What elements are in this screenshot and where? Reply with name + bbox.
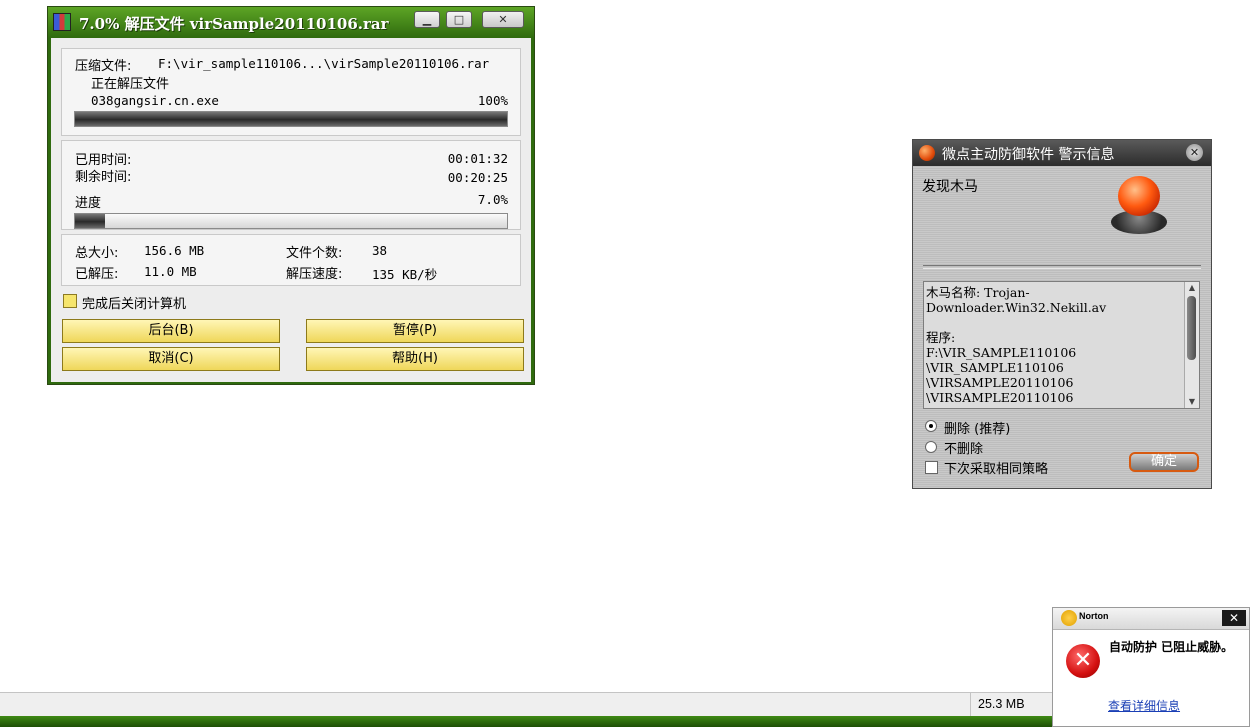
shutdown-checkbox[interactable]: [63, 294, 77, 308]
current-file-name: 038gangsir.cn.exe: [91, 93, 219, 108]
extract-status: 正在解压文件: [91, 77, 170, 92]
extracted-value: 11.0 MB: [144, 264, 197, 279]
threat-detail-line: \VIRSAMPLE20110106: [926, 390, 1074, 405]
winrar-window-title: 7.0% 解压文件 virSample20110106.rar: [79, 15, 389, 33]
statusbar-size: 25.3 MB: [978, 697, 1025, 711]
speed-label: 解压速度:: [286, 267, 343, 282]
threat-detail-line: Downloader.Win32.Nekill.av: [926, 300, 1107, 315]
scroll-up-icon[interactable]: ▲: [1185, 282, 1199, 294]
progress-percent: 7.0%: [477, 192, 508, 207]
winrar-app-icon: [53, 13, 71, 31]
total-size-label: 总大小:: [75, 246, 119, 261]
total-size-value: 156.6 MB: [144, 243, 205, 258]
close-icon[interactable]: ✕: [482, 11, 524, 28]
delete-option-label: 删除 (推荐): [944, 422, 1011, 437]
keep-option-label: 不删除: [944, 442, 984, 457]
threat-detail-line: [926, 315, 1106, 330]
stats-group: 总大小: 156.6 MB 文件个数: 38 已解压: 11.0 MB 解压速度…: [61, 234, 521, 286]
alarm-light-icon: [1111, 176, 1167, 236]
file-progress-fill: [75, 112, 507, 126]
threat-detail-line: 木马名称: Trojan-: [926, 285, 1030, 300]
winrar-body: 压缩文件: F:\vir_sample110106...\virSample20…: [51, 38, 531, 382]
av-divider: [923, 265, 1201, 269]
time-progress-group: 已用时间: 00:01:32 剩余时间: 00:20:25 进度 7.0%: [61, 140, 521, 230]
maximize-icon[interactable]: □: [446, 11, 472, 28]
delete-radio[interactable]: [925, 420, 937, 432]
threat-detail-line: \VIR_SAMPLE110106: [926, 360, 1064, 375]
cancel-button[interactable]: 取消(C): [62, 347, 280, 371]
current-file-group: 压缩文件: F:\vir_sample110106...\virSample20…: [61, 48, 521, 136]
help-button[interactable]: 帮助(H): [306, 347, 524, 371]
remaining-label: 剩余时间:: [75, 170, 132, 185]
remember-label: 下次采取相同策略: [944, 462, 1049, 477]
scroll-thumb[interactable]: [1187, 296, 1196, 360]
ok-button[interactable]: 确定: [1129, 452, 1199, 472]
close-icon[interactable]: ✕: [1222, 610, 1246, 626]
scroll-down-icon[interactable]: ▼: [1185, 396, 1199, 408]
av-window-title: 微点主动防御软件 警示信息: [942, 147, 1115, 163]
threat-detail-line: 程序:: [926, 330, 956, 345]
pause-button[interactable]: 暂停(P): [306, 319, 524, 343]
view-details-link[interactable]: 查看详细信息: [1108, 697, 1180, 714]
file-progress-bar: [74, 111, 508, 127]
minimize-icon[interactable]: ▁: [414, 11, 440, 28]
threat-details-box[interactable]: 木马名称: Trojan- Downloader.Win32.Nekill.av …: [923, 281, 1200, 409]
remaining-value: 00:20:25: [447, 170, 508, 185]
norton-brand: Norton: [1079, 611, 1109, 621]
file-count-label: 文件个数:: [286, 246, 343, 261]
explorer-statusbar: 25.3 MB: [0, 692, 1052, 717]
threat-detail-line: \VIRSAMPLE20110106: [926, 375, 1074, 390]
file-count-value: 38: [372, 243, 388, 258]
total-progress-bar: [74, 213, 508, 229]
norton-message: 自动防护 已阻止威胁。: [1109, 640, 1234, 654]
winrar-titlebar[interactable]: 7.0% 解压文件 virSample20110106.rar ▁ □ ✕: [48, 7, 534, 38]
threat-detail-line: F:\VIR_SAMPLE110106: [926, 345, 1077, 360]
norton-notification: Norton ✕ ✕ 自动防护 已阻止威胁。 查看详细信息: [1052, 607, 1250, 727]
speed-value: 135 KB/秒: [372, 267, 438, 282]
close-icon[interactable]: ✕: [1186, 144, 1203, 161]
norton-header: Norton ✕: [1053, 608, 1249, 630]
archive-label: 压缩文件:: [75, 59, 132, 74]
threat-details-scrollbar[interactable]: ▲ ▼: [1184, 282, 1199, 408]
archive-path: F:\vir_sample110106...\virSample20110106…: [158, 56, 490, 71]
keep-radio[interactable]: [925, 441, 937, 453]
file-percent: 100%: [477, 93, 508, 108]
av-alert-window: 微点主动防御软件 警示信息 ✕ 发现木马 木马名称: Trojan- Downlo…: [912, 139, 1212, 489]
winrar-window: 7.0% 解压文件 virSample20110106.rar ▁ □ ✕ 压缩…: [47, 6, 535, 385]
error-icon: ✕: [1066, 644, 1100, 678]
threat-details-text: 木马名称: Trojan- Downloader.Win32.Nekill.av …: [926, 285, 1106, 405]
av-heading: 发现木马: [922, 179, 978, 195]
av-titlebar: 微点主动防御软件 警示信息 ✕: [913, 140, 1211, 166]
remember-checkbox[interactable]: [925, 461, 938, 474]
norton-logo-icon: [1061, 610, 1077, 626]
progress-label: 进度: [75, 196, 102, 211]
extracted-label: 已解压:: [75, 267, 119, 282]
background-button[interactable]: 后台(B): [62, 319, 280, 343]
av-app-icon: [919, 145, 935, 161]
total-progress-fill: [75, 214, 106, 228]
elapsed-value: 00:01:32: [447, 151, 508, 166]
shutdown-label: 完成后关闭计算机: [82, 297, 187, 312]
